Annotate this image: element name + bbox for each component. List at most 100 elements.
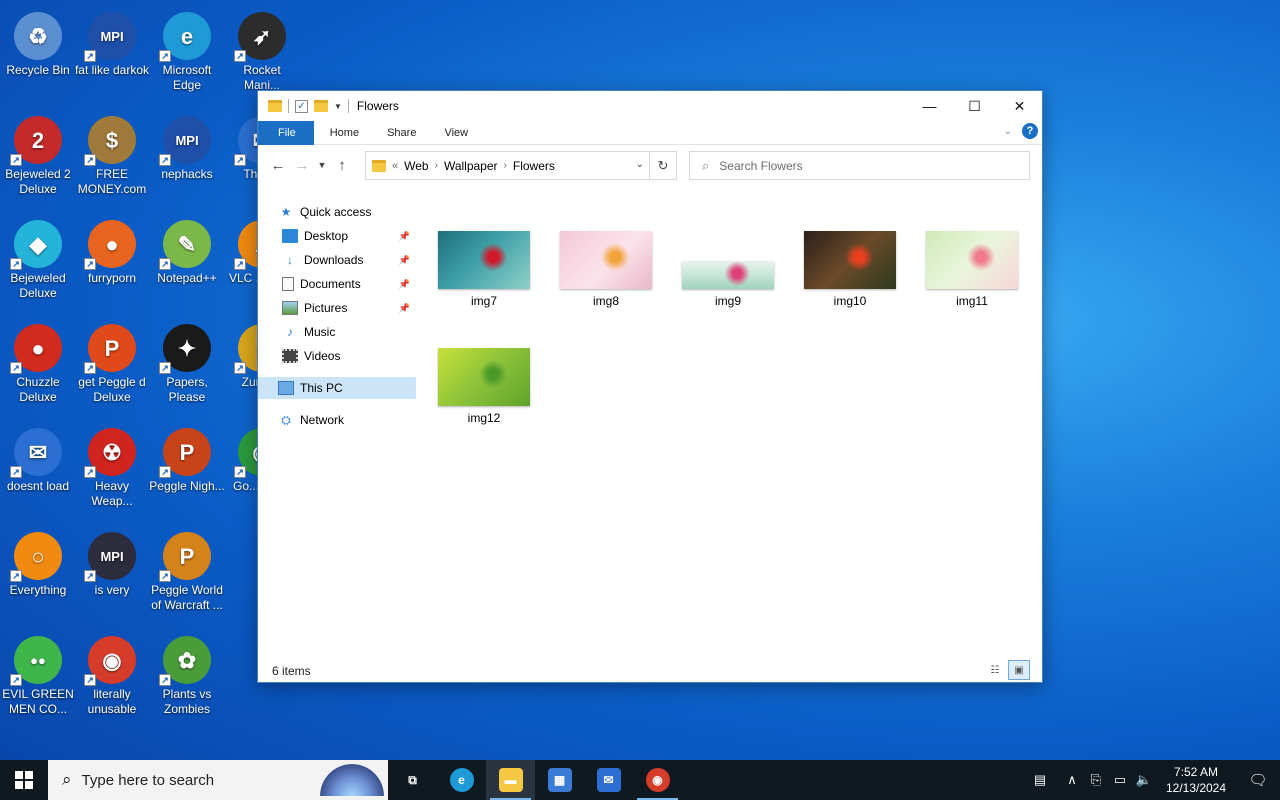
news-widget-icon[interactable]: ▤ <box>1020 772 1060 788</box>
desktop-shortcut-is-very[interactable]: MPI ↗ is very <box>74 524 150 624</box>
customize-toolbar-icon[interactable]: ▼ <box>334 102 342 111</box>
clock[interactable]: 7:52 AM 12/13/2024 <box>1156 764 1236 796</box>
desktop-shortcut-plants-vs-zombies[interactable]: ✿ ↗ Plants vs Zombies <box>149 628 225 728</box>
desktop-shortcut-furryporn[interactable]: ● ↗ furryporn <box>74 212 150 312</box>
notifications-icon[interactable]: 🗨 <box>1236 771 1280 789</box>
maximize-button[interactable]: ☐ <box>952 91 997 121</box>
file-item-img9[interactable]: img9 <box>680 231 776 311</box>
taskbar-chrome-button[interactable]: ◉ <box>633 760 682 800</box>
volume-icon[interactable]: 🔈 <box>1132 772 1156 788</box>
desktop-shortcut-free-money-com[interactable]: $ ↗ FREE MONEY.com <box>74 108 150 208</box>
taskbar-edge-button[interactable]: e <box>437 760 486 800</box>
taskbar-file-explorer-button[interactable]: ▬ <box>486 760 535 800</box>
desktop-shortcut-bejeweled-2-deluxe[interactable]: 2 ↗ Bejeweled 2 Deluxe <box>0 108 76 208</box>
pin-icon: 📌 <box>398 278 410 289</box>
nav-item-pictures[interactable]: Pictures 📌 <box>258 297 416 319</box>
desktop-shortcut-fat-like-darkok[interactable]: MPI ↗ fat like darkok <box>74 4 150 104</box>
tab-file[interactable]: File <box>258 120 314 145</box>
file-item-img12[interactable]: img12 <box>436 348 532 428</box>
back-arrow-icon[interactable]: ← <box>266 153 290 177</box>
recent-locations-icon[interactable]: ▼ <box>314 153 330 177</box>
large-icons-view-icon[interactable]: ▣ <box>1008 660 1030 680</box>
help-icon[interactable]: ? <box>1022 123 1038 139</box>
shortcut-arrow-icon: ↗ <box>10 362 22 374</box>
desktop-shortcut-get-peggle-d-deluxe[interactable]: P ↗ get Peggle d Deluxe <box>74 316 150 416</box>
shortcut-arrow-icon: ↗ <box>84 570 96 582</box>
breadcrumb-flowers[interactable]: Flowers <box>513 159 555 173</box>
show-hidden-icons-icon[interactable]: ∧ <box>1060 772 1084 788</box>
desktop-shortcut-label: Chuzzle Deluxe <box>16 375 60 404</box>
nav-item-label: Quick access <box>300 205 372 219</box>
nav-item-videos[interactable]: Videos <box>258 345 416 367</box>
close-button[interactable]: ✕ <box>997 91 1042 121</box>
search-input[interactable]: ⌕ Search Flowers <box>689 151 1030 180</box>
address-dropdown-icon[interactable]: ⌄ <box>636 159 644 170</box>
device-icon[interactable]: ⎘ <box>1084 772 1108 788</box>
details-view-icon[interactable]: ☷ <box>984 660 1006 680</box>
breadcrumb-separator-icon[interactable]: › <box>435 160 438 171</box>
file-item-img10[interactable]: img10 <box>802 231 898 311</box>
taskbar-task-view-button[interactable]: ⧉ <box>388 760 437 800</box>
desktop-shortcut-bejeweled-deluxe[interactable]: ◆ ↗ Bejeweled Deluxe <box>0 212 76 312</box>
desktop-shortcut-nephacks[interactable]: MPI ↗ nephacks <box>149 108 225 208</box>
nav-item-quick-access[interactable]: ★ Quick access <box>258 201 416 223</box>
start-button[interactable] <box>0 760 48 800</box>
file-item-img7[interactable]: img7 <box>436 231 532 311</box>
up-arrow-icon[interactable]: ↑ <box>330 153 354 177</box>
document-icon <box>282 277 294 291</box>
nav-item-downloads[interactable]: ↓ Downloads 📌 <box>258 249 416 271</box>
shortcut-arrow-icon: ↗ <box>159 466 171 478</box>
desktop-shortcut-evil-green-men-co[interactable]: ●● ↗ EVIL GREEN MEN CO... <box>0 628 76 728</box>
title-bar[interactable]: ✓ ▼ Flowers — ☐ ✕ <box>258 91 1042 121</box>
breadcrumb-separator-icon[interactable]: › <box>504 160 507 171</box>
network-icon[interactable]: ▭ <box>1108 772 1132 788</box>
taskbar-store-button[interactable]: ▦ <box>535 760 584 800</box>
tab-share[interactable]: Share <box>373 121 430 145</box>
nav-item-music[interactable]: ♪ Music <box>258 321 416 343</box>
desktop-shortcut-label: get Peggle d Deluxe <box>78 375 146 404</box>
desktop-shortcut-notepad[interactable]: ✎ ↗ Notepad++ <box>149 212 225 312</box>
breadcrumb-wallpaper[interactable]: Wallpaper <box>444 159 498 173</box>
forward-arrow-icon[interactable]: → <box>290 153 314 177</box>
computer-icon <box>278 381 294 395</box>
desktop-shortcut-microsoft-edge[interactable]: e ↗ Microsoft Edge <box>149 4 225 104</box>
tab-home[interactable]: Home <box>316 121 373 145</box>
desktop-shortcut-heavy-weap[interactable]: ☢ ↗ Heavy Weap... <box>74 420 150 520</box>
new-folder-icon[interactable] <box>314 100 328 112</box>
nav-item-network[interactable]: ⛭ Network <box>258 409 416 431</box>
image-thumbnail <box>438 348 530 406</box>
address-bar[interactable]: « Web › Wallpaper › Flowers ⌄ ↻ <box>365 151 677 180</box>
desktop-shortcut-chuzzle-deluxe[interactable]: ● ↗ Chuzzle Deluxe <box>0 316 76 416</box>
minimize-button[interactable]: — <box>907 91 952 121</box>
desktop-shortcut-doesnt-load[interactable]: ✉ ↗ doesnt load <box>0 420 76 520</box>
overflow-chevron-icon[interactable]: « <box>392 160 398 172</box>
file-list: img7 img8 img9 img10 img11 img12 <box>428 221 1038 641</box>
desktop-shortcut-label: furryporn <box>87 271 137 285</box>
refresh-icon[interactable]: ↻ <box>649 152 676 179</box>
separator <box>288 99 289 113</box>
desktop-shortcut-everything[interactable]: ○ ↗ Everything <box>0 524 76 624</box>
desktop-shortcut-recycle-bin[interactable]: ♻ Recycle Bin <box>0 4 76 104</box>
expand-ribbon-icon[interactable]: ⌄ <box>1004 126 1012 137</box>
taskbar-mail-button[interactable]: ✉ <box>584 760 633 800</box>
nav-item-this-pc[interactable]: This PC <box>258 377 416 399</box>
tab-view[interactable]: View <box>430 121 482 145</box>
desktop-shortcut-literally-unusable[interactable]: ◉ ↗ literally unusable <box>74 628 150 728</box>
nav-item-label: Network <box>300 413 345 427</box>
music-icon: ♪ <box>287 325 293 339</box>
taskbar-search-box[interactable]: ⌕ Type here to search <box>48 760 388 800</box>
desktop-shortcut-papers-please[interactable]: ✦ ↗ Papers, Please <box>149 316 225 416</box>
desktop-shortcut-rocket-mani[interactable]: ➶ ↗ Rocket Mani... <box>224 4 300 104</box>
image-thumbnail <box>682 261 774 289</box>
file-name: img12 <box>467 411 501 425</box>
desktop-shortcut-peggle-nigh[interactable]: P ↗ Peggle Nigh... <box>149 420 225 520</box>
nav-item-documents[interactable]: Documents 📌 <box>258 273 416 295</box>
breadcrumb-web[interactable]: Web <box>404 159 428 173</box>
file-item-img11[interactable]: img11 <box>924 231 1020 311</box>
desktop-shortcut-peggle-world-of-warcraft[interactable]: P ↗ Peggle World of Warcraft ... <box>149 524 225 624</box>
shortcut-image-icon: MPI ↗ <box>84 532 136 582</box>
file-item-img8[interactable]: img8 <box>558 231 654 311</box>
nav-item-desktop[interactable]: Desktop 📌 <box>258 225 416 247</box>
properties-icon[interactable]: ✓ <box>295 99 308 113</box>
shortcut-image-icon: P ↗ <box>159 428 211 478</box>
